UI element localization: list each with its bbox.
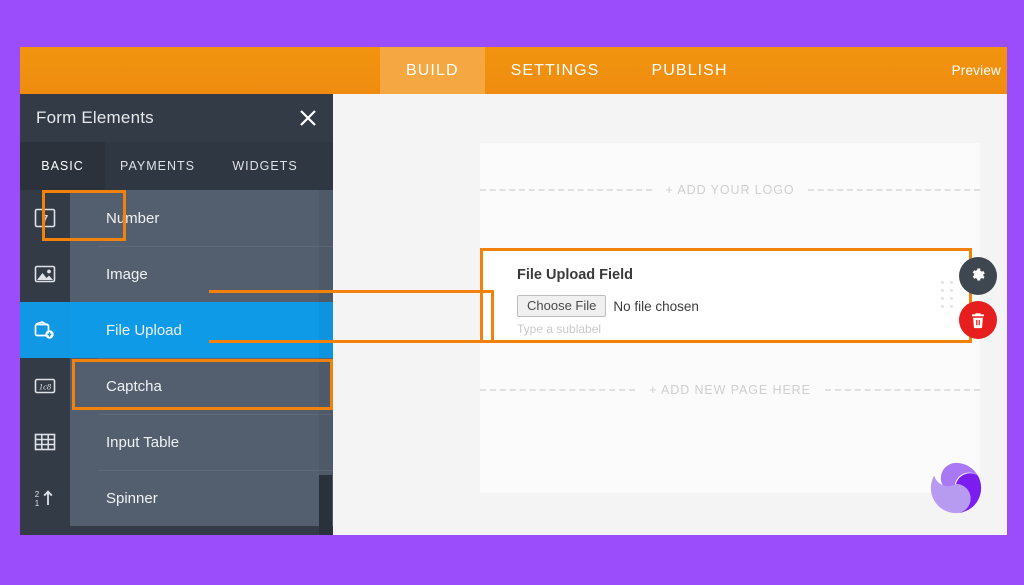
sidebar-tab-widgets[interactable]: WIDGETS <box>210 142 320 190</box>
sidebar-header: Form Elements <box>20 94 333 142</box>
spinner-icon: 2 1 <box>20 470 70 526</box>
sidebar-tab-group: BASIC PAYMENTS WIDGETS <box>20 142 333 190</box>
app-window: BUILD SETTINGS PUBLISH Preview Form Elem… <box>20 47 1007 535</box>
element-item-image[interactable]: Image <box>20 246 333 302</box>
svg-text:1: 1 <box>35 499 40 508</box>
form-card: + ADD YOUR LOGO File Upload Field Choose… <box>480 143 997 493</box>
element-item-file-upload[interactable]: File Upload <box>20 302 333 358</box>
no-file-chosen-text: No file chosen <box>613 298 699 314</box>
form-elements-sidebar: Form Elements BASIC PAYMENTS WIDGETS 7 N… <box>20 94 333 535</box>
form-canvas: + ADD YOUR LOGO File Upload Field Choose… <box>333 94 1007 535</box>
sidebar-title: Form Elements <box>36 108 154 127</box>
screenshot-root: BUILD SETTINGS PUBLISH Preview Form Elem… <box>0 0 1024 585</box>
add-logo-row[interactable]: + ADD YOUR LOGO <box>480 183 980 197</box>
close-icon[interactable] <box>297 107 319 129</box>
drag-handle-icon[interactable] <box>941 280 955 311</box>
element-item-spinner[interactable]: 2 1 Spinner <box>20 470 333 526</box>
top-tab-group: BUILD SETTINGS PUBLISH <box>380 47 754 94</box>
add-logo-label[interactable]: + ADD YOUR LOGO <box>666 183 795 197</box>
brand-logo <box>930 462 982 514</box>
trash-icon <box>972 313 984 329</box>
sidebar-tab-basic[interactable]: BASIC <box>20 142 105 190</box>
dashed-divider-right-2 <box>824 389 981 391</box>
field-action-buttons <box>959 257 997 339</box>
add-page-label[interactable]: + ADD NEW PAGE HERE <box>649 383 811 397</box>
sidebar-scrollbar[interactable] <box>319 190 333 535</box>
field-delete-button[interactable] <box>959 301 997 339</box>
add-page-row[interactable]: + ADD NEW PAGE HERE <box>480 383 981 397</box>
element-label-input-table: Input Table <box>70 414 333 470</box>
dashed-divider-right <box>808 189 980 191</box>
top-navigation-bar: BUILD SETTINGS PUBLISH Preview <box>20 47 1007 94</box>
element-list: 7 Number Image File Upload 1c8 Captcha I… <box>20 190 333 535</box>
element-item-number[interactable]: 7 Number <box>20 190 333 246</box>
gear-icon <box>972 268 985 281</box>
element-label-file-upload: File Upload <box>70 302 333 358</box>
sidebar-scrollbar-thumb[interactable] <box>319 475 332 535</box>
dashed-divider-left <box>480 189 652 191</box>
svg-text:1c8: 1c8 <box>39 382 52 392</box>
svg-text:7: 7 <box>42 214 48 226</box>
number-icon: 7 <box>20 190 70 246</box>
field-label: File Upload Field <box>517 267 634 283</box>
choose-file-button[interactable]: Choose File <box>517 295 607 317</box>
tab-build[interactable]: BUILD <box>380 47 485 94</box>
element-label-captcha: Captcha <box>70 358 333 414</box>
tab-publish[interactable]: PUBLISH <box>625 47 753 94</box>
element-item-captcha[interactable]: 1c8 Captcha <box>20 358 333 414</box>
file-upload-field-block[interactable]: File Upload Field Choose File No file ch… <box>480 248 997 343</box>
tab-settings[interactable]: SETTINGS <box>485 47 626 94</box>
sidebar-tab-payments[interactable]: PAYMENTS <box>105 142 210 190</box>
field-sublabel[interactable]: Type a sublabel <box>517 322 601 336</box>
svg-text:2: 2 <box>35 490 40 499</box>
element-label-image: Image <box>70 246 333 302</box>
dashed-divider-left-2 <box>480 389 636 391</box>
field-settings-button[interactable] <box>959 257 997 295</box>
captcha-icon: 1c8 <box>20 358 70 414</box>
element-label-number: Number <box>70 190 333 246</box>
preview-button[interactable]: Preview <box>952 47 1005 94</box>
file-upload-icon <box>20 302 70 358</box>
element-label-spinner: Spinner <box>70 470 333 526</box>
image-icon <box>20 246 70 302</box>
element-item-input-table[interactable]: Input Table <box>20 414 333 470</box>
file-input-row[interactable]: Choose File No file chosen <box>517 295 699 317</box>
input-table-icon <box>20 414 70 470</box>
